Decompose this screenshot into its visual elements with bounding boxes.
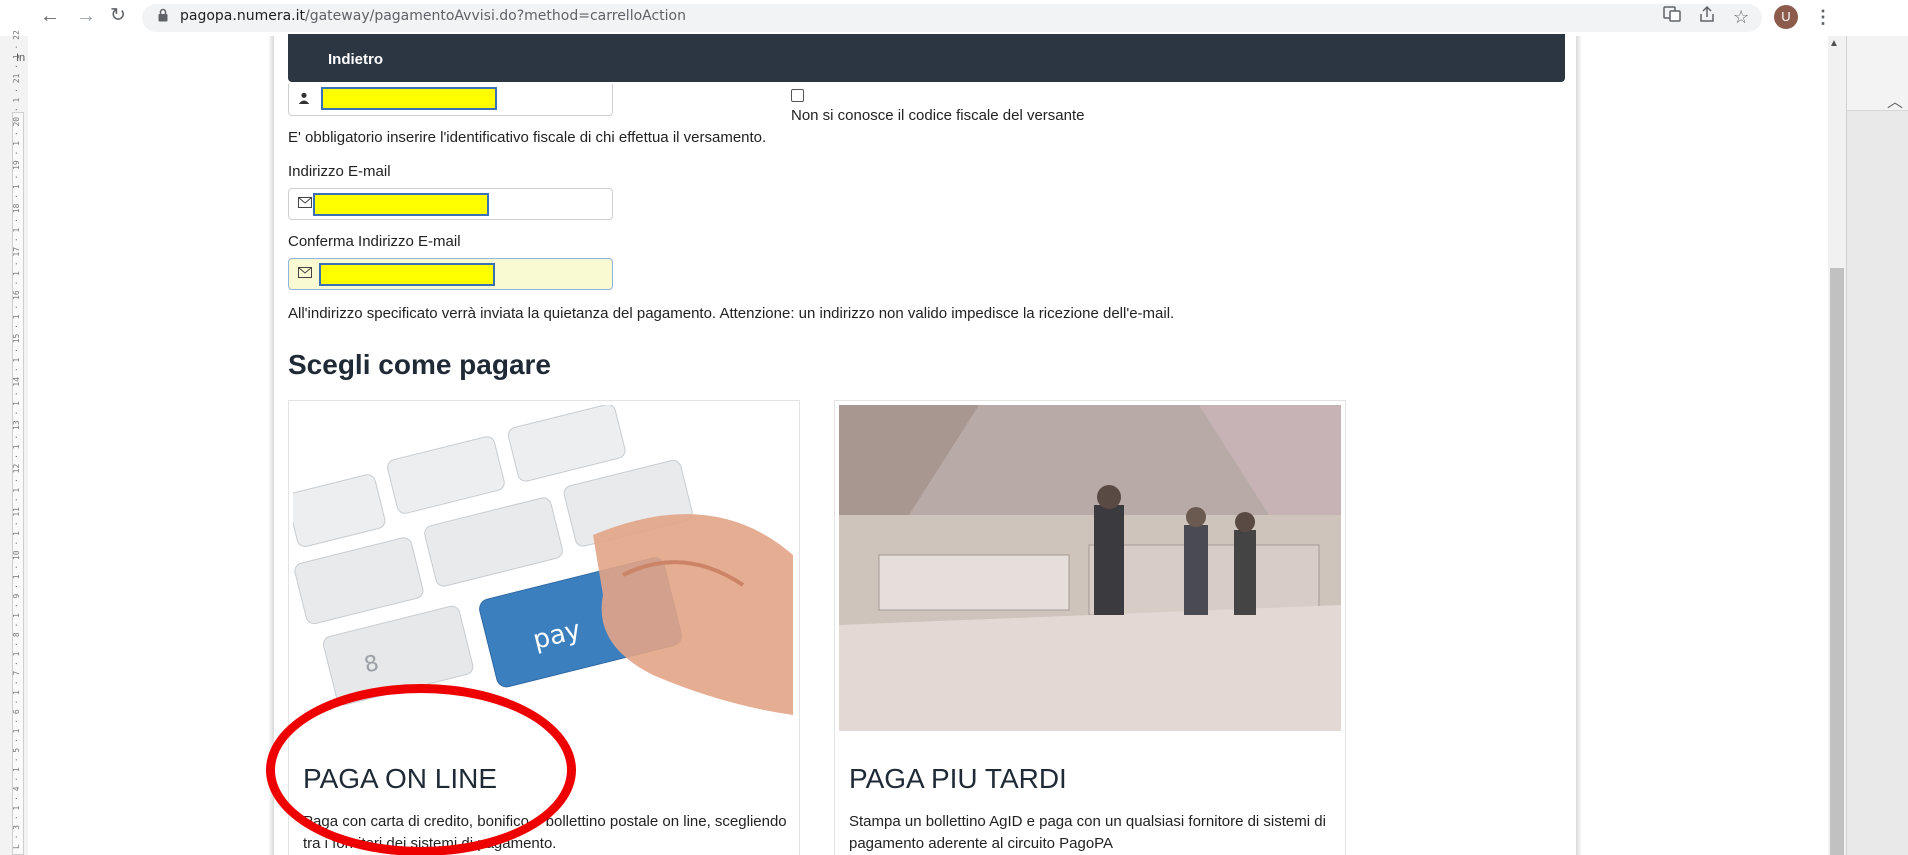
fiscal-code-field[interactable]	[288, 84, 613, 116]
back-arrow-icon[interactable]: ←	[40, 4, 60, 28]
url-text[interactable]: pagopa.numera.it/gateway/pagamentoAvvisi…	[180, 8, 686, 24]
menu-dots-icon[interactable]: ⋮	[1814, 5, 1832, 29]
star-icon[interactable]: ☆	[1733, 5, 1749, 29]
top-navbar: Indietro	[288, 34, 1565, 82]
keyboard-image[interactable]: 8 pay	[293, 405, 795, 731]
back-link[interactable]: Indietro	[328, 51, 383, 68]
vertical-ruler: L · 3 · 1 · 4 · 1 · 5 · 1 · 6 · 1 · 7 · …	[12, 30, 24, 855]
red-circle-annotation	[266, 684, 576, 855]
translate-icon[interactable]	[1663, 5, 1681, 29]
chevron-up-icon[interactable]: ︿	[1887, 88, 1903, 112]
pay-later-title[interactable]: PAGA PIU TARDI	[849, 763, 1067, 795]
reload-icon[interactable]: ↻	[110, 4, 126, 28]
confirm-email-field[interactable]	[288, 258, 613, 290]
pay-later-description: Stampa un bollettino AgID e paga con un …	[849, 813, 1326, 852]
redacted-value	[319, 263, 495, 286]
page-edge-right	[1576, 36, 1582, 855]
unknown-fiscal-code-checkbox[interactable]	[791, 89, 804, 102]
checkbox-label: Non si conosce il codice fiscale del ver…	[791, 107, 1085, 124]
email-field[interactable]	[288, 188, 613, 220]
email-note: All'indirizzo specificato verrà inviata …	[288, 305, 1175, 322]
payment-heading: Scegli come pagare	[288, 349, 552, 380]
browser-toolbar: ← → ↻ pagopa.numera.it/gateway/pagamento…	[0, 0, 1908, 36]
redacted-value	[313, 193, 489, 216]
lock-icon[interactable]	[158, 8, 168, 22]
confirm-email-label: Conferma Indirizzo E-mail	[288, 233, 461, 250]
email-label: Indirizzo E-mail	[288, 163, 391, 180]
avatar[interactable]: U	[1774, 5, 1798, 29]
forward-arrow-icon[interactable]: →	[76, 4, 96, 28]
pay-later-card[interactable]: PAGA PIU TARDI Stampa un bollettino AgID…	[834, 400, 1346, 855]
user-icon	[298, 91, 310, 107]
page-edge-left	[268, 36, 274, 855]
bank-office-image[interactable]	[839, 405, 1341, 731]
envelope-icon	[298, 195, 312, 211]
scrollbar-thumb[interactable]	[1830, 268, 1844, 855]
scroll-up-arrow-icon[interactable]: ▲	[1829, 38, 1839, 49]
side-pane	[1846, 36, 1908, 855]
share-icon[interactable]	[1698, 5, 1716, 29]
envelope-icon	[298, 265, 312, 281]
fiscal-code-note: E' obbligatorio inserire l'identificativ…	[288, 129, 767, 146]
ruler-marks: L · 3 · 1 · 4 · 1 · 5 · 1 · 6 · 1 · 7 · …	[12, 30, 21, 849]
redacted-value	[321, 87, 497, 110]
